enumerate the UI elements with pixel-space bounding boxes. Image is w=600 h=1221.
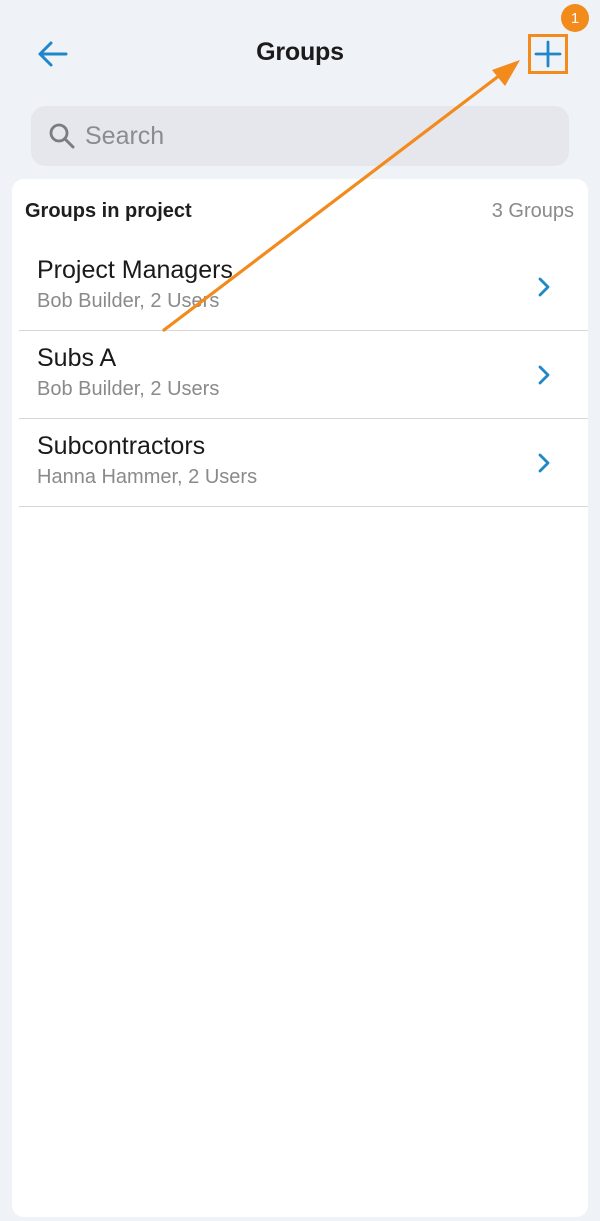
chevron-right-icon (538, 453, 550, 473)
groups-card: Groups in project 3 Groups Project Manag… (12, 179, 588, 1217)
group-name: Subcontractors (37, 432, 206, 460)
group-name: Project Managers (37, 256, 233, 284)
plus-icon (534, 40, 562, 68)
page-title: Groups (256, 38, 344, 66)
group-item-subs-a[interactable]: Subs A Bob Builder, 2 Users (19, 331, 588, 419)
group-detail: Bob Builder, 2 Users (37, 378, 220, 400)
search-input[interactable]: Search (31, 106, 569, 166)
group-detail: Bob Builder, 2 Users (37, 290, 220, 312)
step-badge: 1 (561, 4, 589, 32)
group-name: Subs A (37, 344, 117, 372)
group-item-project-managers[interactable]: Project Managers Bob Builder, 2 Users (19, 243, 588, 331)
search-placeholder: Search (85, 121, 165, 150)
add-group-button[interactable] (528, 34, 568, 74)
groups-list: Project Managers Bob Builder, 2 Users Su… (19, 243, 588, 507)
group-count: 3 Groups (491, 200, 574, 222)
groups-screen: Groups 1 Search Groups in project 3 Grou… (0, 0, 600, 1221)
search-icon (47, 121, 77, 151)
group-item-subcontractors[interactable]: Subcontractors Hanna Hammer, 2 Users (19, 419, 588, 507)
group-detail: Hanna Hammer, 2 Users (37, 466, 258, 488)
chevron-right-icon (538, 365, 550, 385)
chevron-right-icon (538, 277, 550, 297)
section-header: Groups in project 3 Groups (12, 179, 588, 243)
section-title: Groups in project (25, 200, 192, 222)
header: Groups 1 (0, 0, 600, 106)
